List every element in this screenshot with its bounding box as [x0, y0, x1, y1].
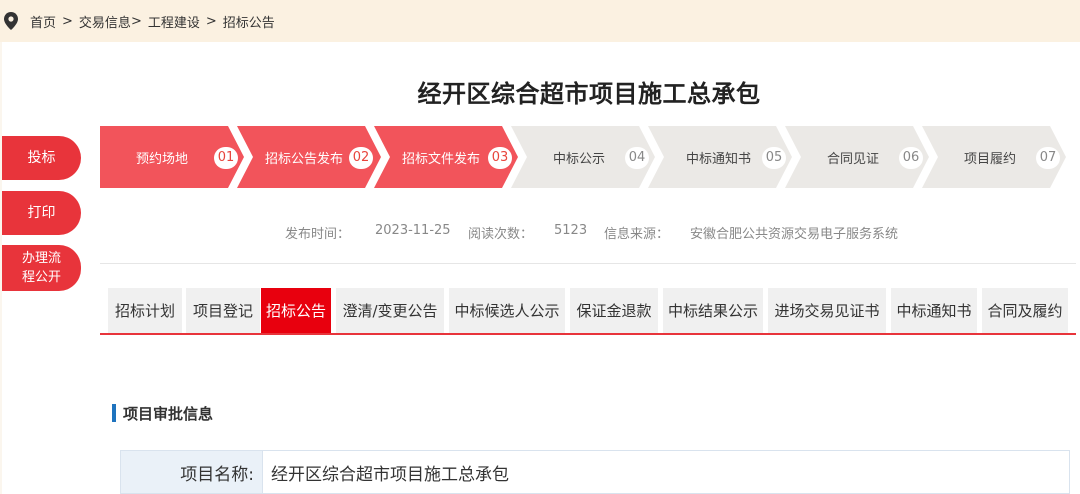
- process-disclosure-button[interactable]: 办理流 程公开: [2, 245, 81, 291]
- step-item: 中标通知书 05: [648, 126, 792, 188]
- step-label: 预约场地: [136, 152, 189, 167]
- step-item: 招标公告发布 02: [237, 126, 381, 188]
- read-count-label: 阅读次数：: [468, 227, 534, 242]
- tab-trade-certificate[interactable]: 进场交易见证书: [768, 288, 886, 333]
- project-name-value: 经开区综合超市项目施工总承包: [271, 464, 509, 485]
- page-title: 经开区综合超市项目施工总承包: [417, 80, 761, 108]
- step-label: 招标文件发布: [402, 152, 481, 167]
- tab-bid-plan[interactable]: 招标计划: [108, 288, 182, 333]
- section-title: 项目审批信息: [112, 403, 213, 423]
- project-name-label: 项目名称:: [121, 451, 263, 493]
- bid-button[interactable]: 投标: [2, 136, 81, 180]
- tabs-underline: [100, 333, 1076, 335]
- step-number: 06: [899, 147, 923, 169]
- breadcrumb-separator: >: [205, 13, 217, 29]
- detail-panel: [2, 42, 1080, 494]
- breadcrumb-separator: >: [130, 13, 142, 29]
- step-item: 合同见证 06: [785, 126, 929, 188]
- tab-deposit-refund[interactable]: 保证金退款: [570, 288, 658, 333]
- location-pin-icon: [4, 12, 18, 30]
- step-number: 02: [349, 147, 373, 169]
- step-number: 01: [214, 147, 238, 169]
- step-label: 中标通知书: [686, 152, 752, 167]
- step-number: 05: [762, 147, 786, 169]
- breadcrumb-separator: >: [62, 13, 73, 29]
- breadcrumb-engineering-link[interactable]: 工程建设: [148, 12, 200, 31]
- step-item: 招标文件发布 03: [374, 126, 518, 188]
- tab-bid-notice[interactable]: 招标公告: [261, 288, 331, 333]
- breadcrumb-trade-info-link[interactable]: 交易信息: [79, 12, 131, 31]
- step-label: 项目履约: [964, 152, 1017, 167]
- step-number: 07: [1036, 147, 1060, 169]
- project-info-table: 项目名称: 经开区综合超市项目施工总承包: [120, 450, 1070, 494]
- tab-clarification-notice[interactable]: 澄清/变更公告: [336, 288, 444, 333]
- tab-project-registration[interactable]: 项目登记: [186, 288, 260, 333]
- info-source-label: 信息来源：: [604, 227, 670, 242]
- step-label: 招标公告发布: [265, 152, 344, 167]
- section-title-text: 项目审批信息: [123, 404, 214, 423]
- tab-contract-performance[interactable]: 合同及履约: [982, 288, 1068, 333]
- breadcrumb: 首页 > 交易信息 > 工程建设 > 招标公告: [0, 0, 1080, 42]
- section-bar-icon: [112, 404, 116, 422]
- progress-steps: 预约场地 01 招标公告发布 02 招标文件发布 03 中标公示 04 中标通知…: [100, 126, 1070, 188]
- process-button-line: 程公开: [21, 270, 61, 285]
- divider: [100, 263, 1076, 264]
- step-number: 03: [488, 147, 512, 169]
- step-label: 中标公示: [553, 152, 606, 167]
- read-count-value: 5123: [554, 223, 588, 238]
- info-source-value: 安徽合肥公共资源交易电子服务系统: [690, 227, 899, 242]
- publish-time-label: 发布时间：: [285, 227, 351, 242]
- tab-winning-candidate[interactable]: 中标候选人公示: [449, 288, 565, 333]
- step-item: 项目履约 07: [922, 126, 1066, 188]
- tab-award-result[interactable]: 中标结果公示: [663, 288, 763, 333]
- breadcrumb-home-link[interactable]: 首页: [30, 12, 56, 31]
- breadcrumb-current: 招标公告: [222, 15, 275, 31]
- process-button-line: 办理流: [21, 251, 61, 266]
- step-item: 中标公示 04: [511, 126, 655, 188]
- step-label: 合同见证: [827, 152, 880, 167]
- publish-time-value: 2023-11-25: [375, 223, 451, 238]
- tab-award-notice[interactable]: 中标通知书: [891, 288, 977, 333]
- step-number: 04: [625, 147, 649, 169]
- step-item: 预约场地 01: [100, 126, 244, 188]
- print-button[interactable]: 打印: [2, 191, 81, 235]
